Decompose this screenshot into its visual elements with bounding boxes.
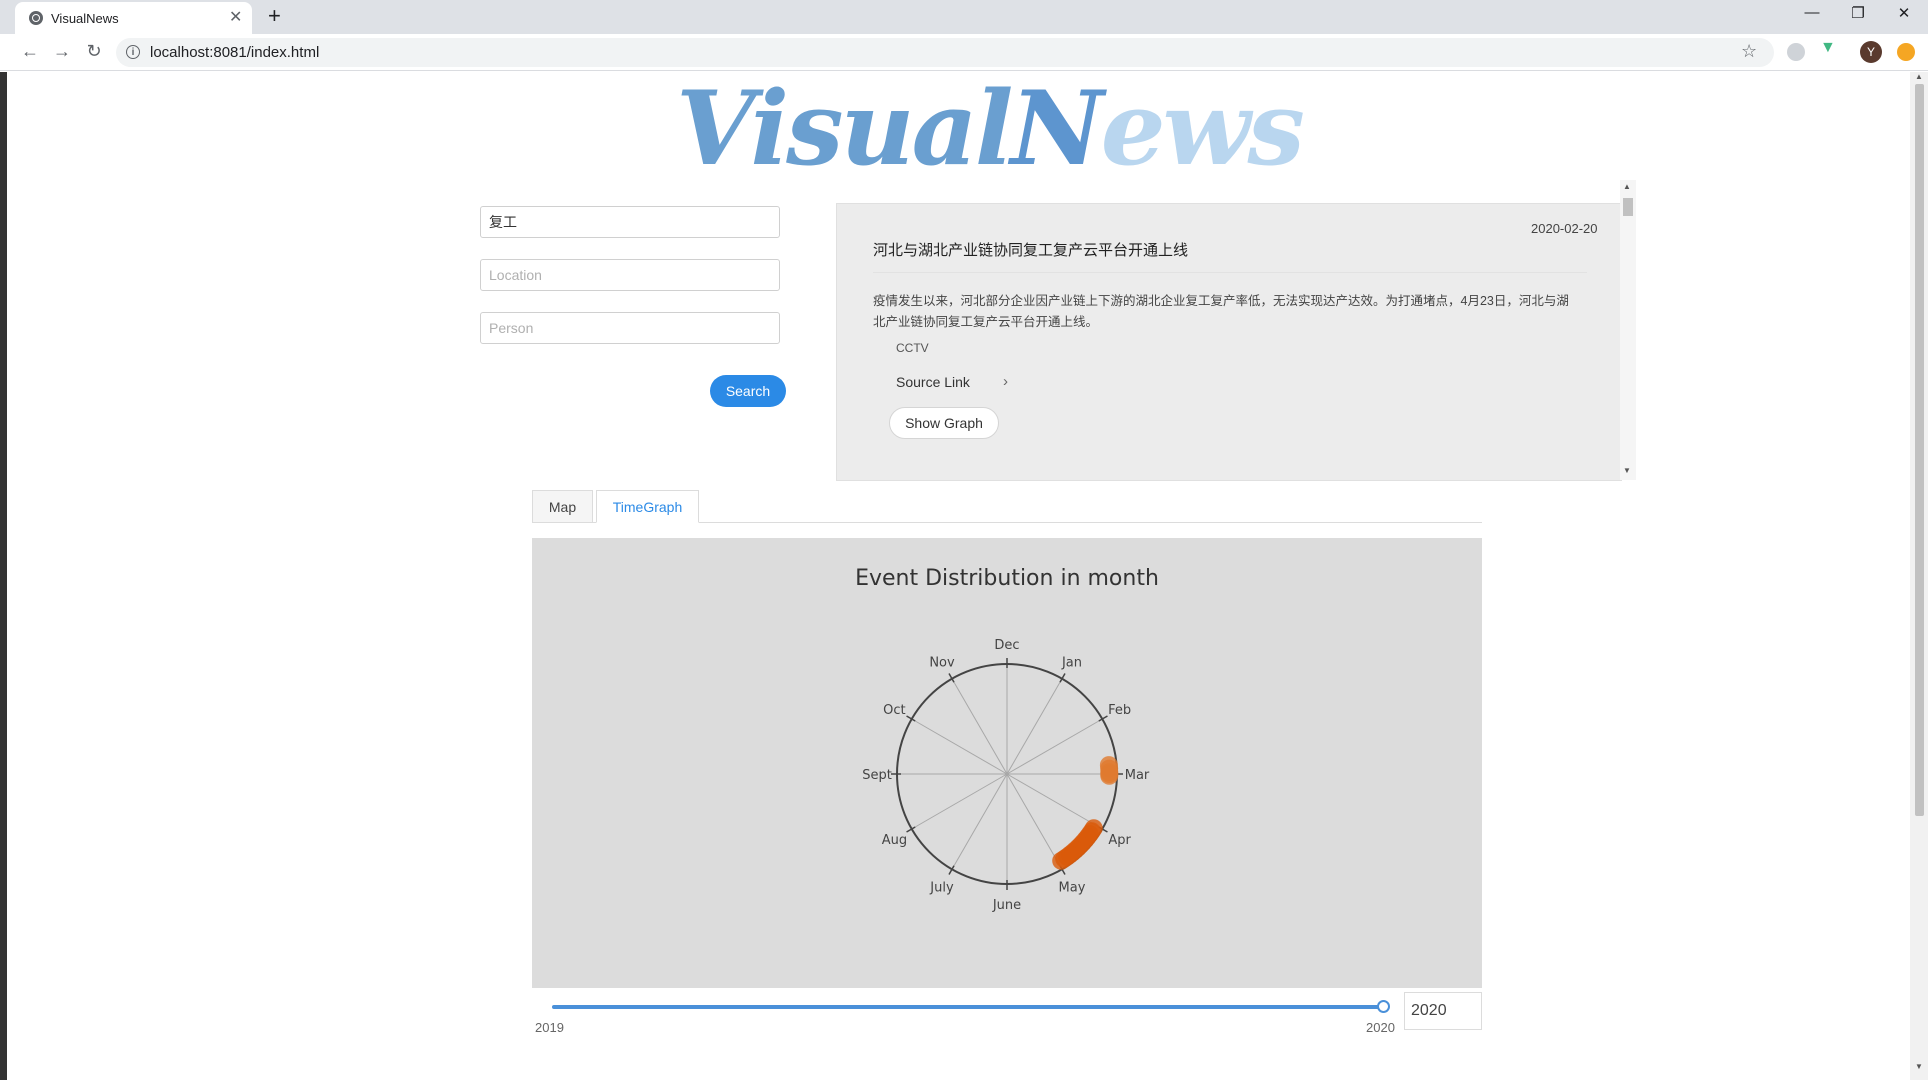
- polar-spoke: [1006, 678, 1063, 775]
- news-scrollbar[interactable]: ▲ ▼: [1620, 180, 1636, 480]
- month-label: Apr: [1108, 833, 1131, 848]
- polar-spoke: [951, 678, 1008, 775]
- close-tab-icon[interactable]: ✕: [229, 7, 242, 27]
- news-divider: [873, 272, 1587, 273]
- slider-min-label: 2019: [535, 1020, 564, 1035]
- back-icon[interactable]: ←: [18, 41, 42, 62]
- news-body: 疫情发生以来，河北部分企业因产业链上下游的湖北企业复工复产率低，无法实现达产达效…: [873, 294, 1569, 329]
- logo-part-visual: Visual: [676, 69, 1014, 189]
- source-link[interactable]: Source Link: [896, 374, 970, 390]
- polar-spoke: [911, 718, 1008, 775]
- month-label: Jan: [1061, 655, 1082, 670]
- slider-max-label: 2020: [1366, 1020, 1395, 1035]
- month-label: Sept: [862, 768, 892, 783]
- month-label: Aug: [882, 833, 907, 848]
- profile-avatar[interactable]: Y: [1860, 41, 1882, 63]
- timegraph-chart-panel: Dec Jan Feb Mar Apr May June July Aug Sept Oct Nov …: [532, 538, 1482, 988]
- chart-title: Event Distribution in month: [855, 566, 1159, 591]
- polar-spoke: [1006, 773, 1063, 870]
- year-slider-handle[interactable]: [1377, 1000, 1390, 1013]
- reload-icon[interactable]: ↻: [82, 41, 106, 62]
- month-label: June: [992, 898, 1021, 913]
- vue-devtools-icon[interactable]: ▼: [1820, 39, 1838, 57]
- month-label: Nov: [929, 655, 955, 670]
- browser-toolbar: ← → ↻ i localhost:8081/index.html ☆ ▼ Y: [0, 34, 1928, 71]
- window-close-icon[interactable]: ✕: [1884, 4, 1924, 22]
- news-card: 2020-02-20 河北与湖北产业链协同复工复产云平台开通上线 疫情发生以来，…: [836, 203, 1622, 481]
- year-slider-track[interactable]: [552, 1005, 1384, 1009]
- minimize-icon[interactable]: —: [1792, 4, 1832, 21]
- month-label: May: [1059, 881, 1086, 896]
- forward-icon[interactable]: →: [50, 41, 74, 62]
- address-bar[interactable]: i localhost:8081/index.html ☆: [116, 38, 1774, 67]
- chevron-right-icon[interactable]: ›: [1003, 373, 1008, 390]
- extension-icon[interactable]: [1787, 43, 1805, 61]
- month-label: Dec: [994, 638, 1019, 653]
- event-marker: [1100, 766, 1119, 785]
- tab-map[interactable]: Map: [532, 490, 593, 523]
- logo-part-ews: ews: [1100, 69, 1305, 189]
- restore-icon[interactable]: ❐: [1838, 4, 1878, 22]
- info-icon[interactable]: i: [126, 45, 140, 59]
- news-title: 河北与湖北产业链协同复工复产云平台开通上线: [873, 242, 1189, 259]
- polar-spoke: [951, 773, 1008, 870]
- news-date: 2020-02-20: [1531, 221, 1598, 236]
- globe-icon: [29, 11, 43, 25]
- browser-tab-strip: VisualNews ✕ + — ❐ ✕: [0, 0, 1928, 34]
- scroll-down-icon[interactable]: ▼: [1623, 466, 1631, 475]
- bookmark-star-icon[interactable]: ☆: [1741, 41, 1757, 62]
- page-scrollbar[interactable]: ▲ ▼: [1910, 72, 1928, 1080]
- year-input[interactable]: 2020: [1404, 992, 1482, 1030]
- extension-orange-icon[interactable]: [1897, 43, 1915, 61]
- news-scroll-thumb[interactable]: [1623, 198, 1633, 216]
- polar-chart: Dec Jan Feb Mar Apr May June July Aug Sept Oct Nov: [862, 638, 1150, 913]
- new-tab-icon[interactable]: +: [268, 3, 281, 29]
- keyword-input[interactable]: 复工: [480, 206, 780, 238]
- month-label: Oct: [883, 703, 905, 718]
- scroll-up-icon[interactable]: ▲: [1623, 182, 1631, 191]
- location-input[interactable]: Location: [480, 259, 780, 291]
- search-button[interactable]: Search: [710, 375, 786, 407]
- page-scroll-thumb[interactable]: [1915, 84, 1924, 816]
- page-scroll-up-icon[interactable]: ▲: [1915, 72, 1923, 81]
- event-marker: [1052, 851, 1071, 870]
- logo-part-n: N: [1010, 69, 1104, 189]
- page-scroll-down-icon[interactable]: ▼: [1915, 1062, 1923, 1071]
- browser-tab[interactable]: VisualNews ✕: [15, 2, 252, 34]
- month-label: Mar: [1125, 768, 1150, 783]
- url-text[interactable]: localhost:8081/index.html: [150, 44, 319, 61]
- polar-spoke: [1006, 718, 1103, 775]
- person-input[interactable]: Person: [480, 312, 780, 344]
- tab-title: VisualNews: [51, 11, 119, 26]
- month-label: July: [929, 881, 954, 896]
- month-label: Feb: [1108, 703, 1131, 718]
- news-source: CCTV: [896, 341, 929, 355]
- visualnews-logo: VisualNews: [676, 74, 1305, 184]
- polar-spoke: [1006, 773, 1103, 830]
- show-graph-button[interactable]: Show Graph: [889, 407, 999, 439]
- polar-spoke: [911, 773, 1008, 830]
- desktop-edge: [0, 72, 7, 1080]
- tab-timegraph[interactable]: TimeGraph: [596, 490, 699, 523]
